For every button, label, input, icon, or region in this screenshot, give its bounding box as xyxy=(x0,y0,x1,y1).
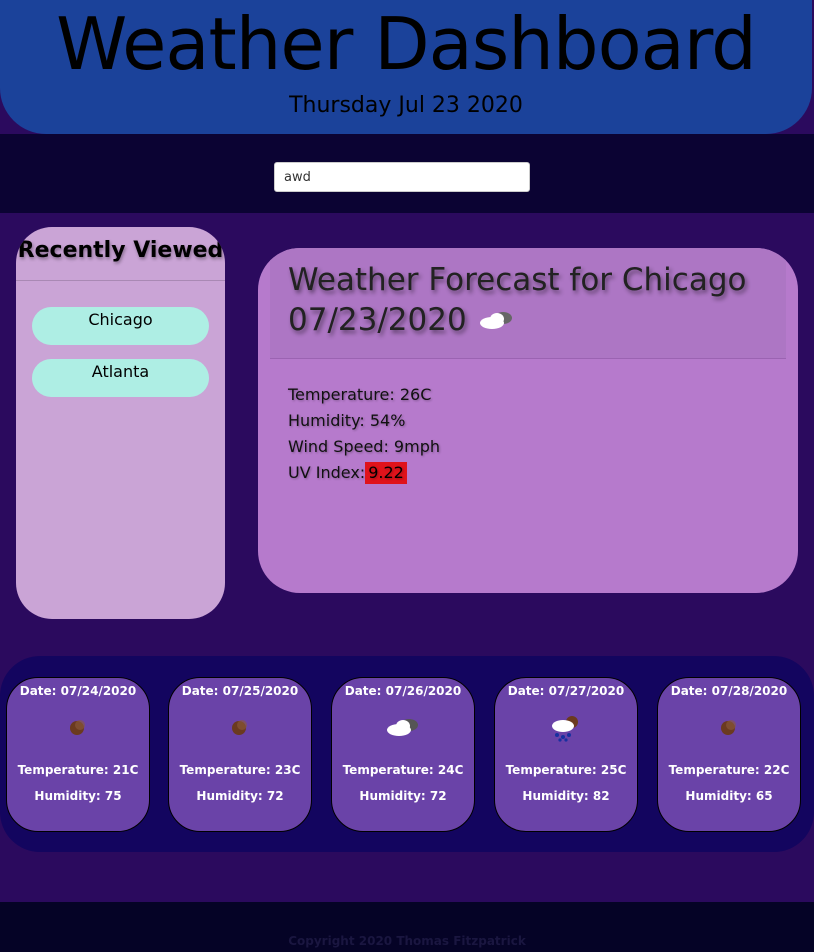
current-date: Thursday Jul 23 2020 xyxy=(289,93,523,118)
forecast-temperature: Temperature: 21C xyxy=(17,763,139,777)
forecast-temperature: Temperature: 25C xyxy=(505,763,627,777)
copyright-text: Copyright 2020 Thomas Fitzpatrick xyxy=(288,934,526,948)
forecast-date: Date: 07/24/2020 xyxy=(19,684,137,698)
current-weather-stats: Temperature: 26C Humidity: 54% Wind Spee… xyxy=(288,382,440,486)
cloudy-icon xyxy=(477,302,517,342)
forecast-temperature: Temperature: 22C xyxy=(668,763,790,777)
forecast-temperature: Temperature: 23C xyxy=(179,763,301,777)
page-title: Weather Dashboard xyxy=(56,2,757,86)
clear-night-icon xyxy=(7,714,149,740)
recently-viewed-panel: Recently Viewed Chicago Atlanta xyxy=(16,227,225,619)
cloudy-icon xyxy=(332,714,474,740)
forecast-day-card: Date: 07/26/2020 Temperature: 24C Humidi… xyxy=(331,677,475,832)
forecast-day-card: Date: 07/25/2020 Temperature: 23C Humidi… xyxy=(168,677,312,832)
forecast-date: Date: 07/26/2020 xyxy=(344,684,462,698)
recent-city-atlanta-button[interactable]: Atlanta xyxy=(32,359,209,397)
recent-city-chicago-button[interactable]: Chicago xyxy=(32,307,209,345)
forecast-temperature: Temperature: 24C xyxy=(342,763,464,777)
current-weather-title: Weather Forecast for Chicago 07/23/2020 xyxy=(288,260,768,342)
page-header: Weather Dashboard Thursday Jul 23 2020 xyxy=(0,0,812,134)
forecast-humidity: Humidity: 72 xyxy=(359,789,447,803)
page-footer: Copyright 2020 Thomas Fitzpatrick xyxy=(0,902,814,952)
current-uv-index: UV Index: 9.22 xyxy=(288,460,440,486)
forecast-humidity: Humidity: 72 xyxy=(196,789,284,803)
city-search-input[interactable] xyxy=(274,162,530,192)
current-weather-title-text: Weather Forecast for Chicago 07/23/2020 xyxy=(288,262,747,338)
uv-index-badge: 9.22 xyxy=(365,462,407,484)
current-weather-card: Weather Forecast for Chicago 07/23/2020 … xyxy=(258,248,798,593)
search-section xyxy=(0,134,814,213)
forecast-humidity: Humidity: 65 xyxy=(685,789,773,803)
rain-night-icon xyxy=(495,714,637,742)
uv-index-label: UV Index: xyxy=(288,463,366,482)
forecast-day-card: Date: 07/27/2020 Temperature: 25C Humidi… xyxy=(494,677,638,832)
clear-night-icon xyxy=(658,714,800,740)
forecast-date: Date: 07/25/2020 xyxy=(181,684,299,698)
five-day-forecast: Date: 07/24/2020 Temperature: 21C Humidi… xyxy=(0,656,814,852)
forecast-humidity: Humidity: 75 xyxy=(34,789,122,803)
forecast-day-card: Date: 07/28/2020 Temperature: 22C Humidi… xyxy=(657,677,801,832)
forecast-date: Date: 07/27/2020 xyxy=(507,684,625,698)
forecast-date: Date: 07/28/2020 xyxy=(670,684,788,698)
clear-night-icon xyxy=(169,714,311,740)
current-wind-speed: Wind Speed: 9mph xyxy=(288,437,440,456)
current-temperature: Temperature: 26C xyxy=(288,385,432,404)
current-humidity: Humidity: 54% xyxy=(288,411,406,430)
forecast-day-card: Date: 07/24/2020 Temperature: 21C Humidi… xyxy=(6,677,150,832)
recently-viewed-title: Recently Viewed xyxy=(16,227,225,281)
forecast-humidity: Humidity: 82 xyxy=(522,789,610,803)
